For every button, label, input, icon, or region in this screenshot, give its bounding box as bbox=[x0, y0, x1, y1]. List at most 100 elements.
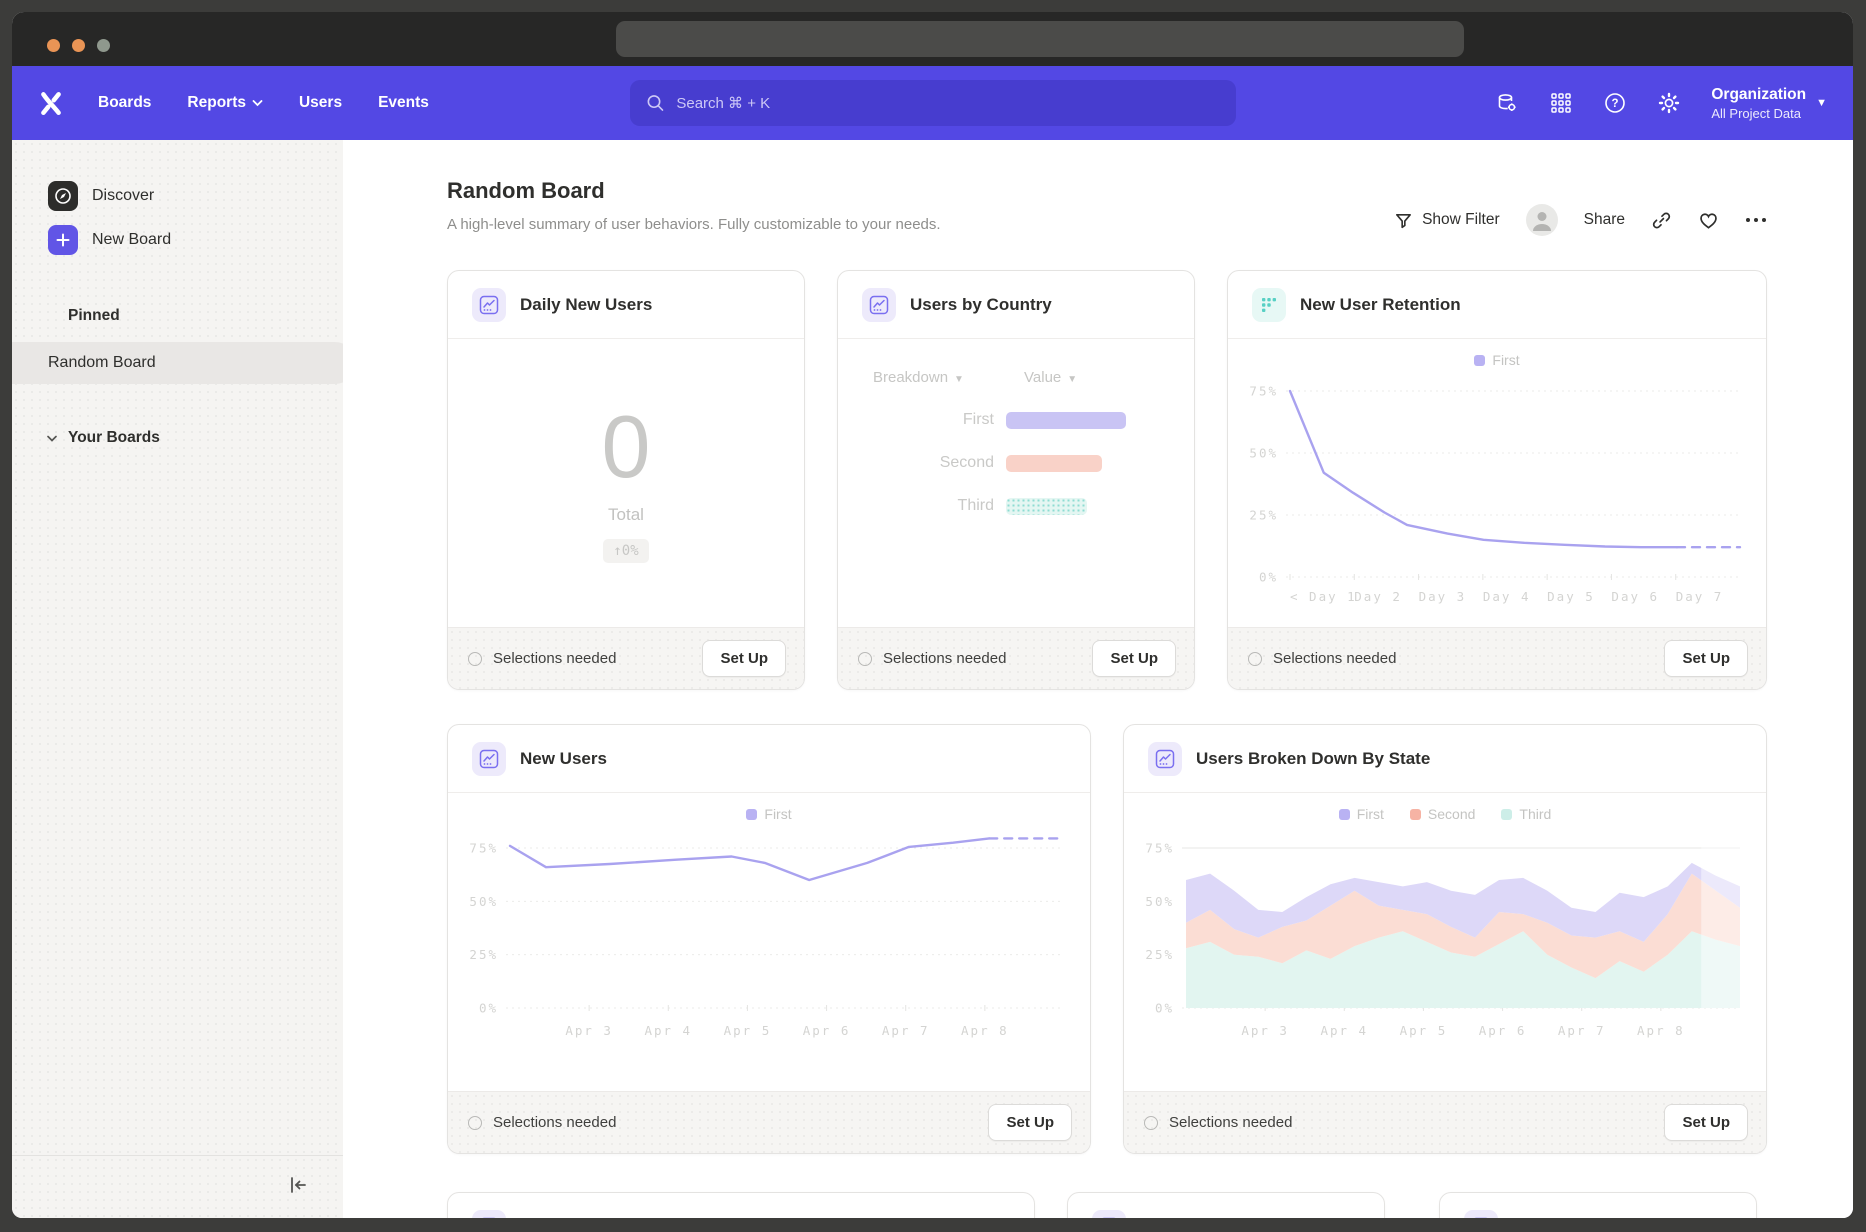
caret-down-icon: ▼ bbox=[1816, 97, 1827, 109]
browser-url-bar[interactable] bbox=[616, 21, 1464, 57]
page-subtitle: A high-level summary of user behaviors. … bbox=[447, 216, 941, 233]
nav-item-events[interactable]: Events bbox=[378, 94, 429, 112]
sidebar-item-new-board[interactable]: New Board bbox=[12, 218, 343, 262]
column-header-value[interactable]: Value▼ bbox=[1024, 369, 1077, 386]
table-row: Second bbox=[838, 454, 1194, 472]
card-title: New User Retention bbox=[1300, 295, 1461, 315]
chart-legend: First bbox=[1228, 352, 1766, 368]
search-input[interactable] bbox=[674, 94, 1219, 113]
svg-text:Day 7: Day 7 bbox=[1676, 589, 1724, 604]
set-up-button[interactable]: Set Up bbox=[1664, 1104, 1748, 1141]
card-stacked-line-graph: Stacked Line Graph bbox=[447, 1192, 1035, 1218]
line-chart-icon bbox=[472, 742, 506, 776]
svg-text:50%: 50% bbox=[1145, 894, 1174, 909]
legend-swatch bbox=[1339, 809, 1350, 820]
set-up-button[interactable]: Set Up bbox=[988, 1104, 1072, 1141]
retention-line-chart: 75%50%25%0%< Day 1Day 2Day 3Day 4Day 5Da… bbox=[1228, 339, 1766, 634]
main-content: Random Board A high-level summary of use… bbox=[343, 140, 1853, 1218]
data-management-icon[interactable] bbox=[1495, 91, 1519, 115]
more-options-button[interactable] bbox=[1745, 216, 1767, 224]
mixpanel-logo-icon[interactable] bbox=[38, 90, 64, 116]
set-up-button[interactable]: Set Up bbox=[702, 640, 786, 677]
legend-item: First bbox=[1339, 806, 1384, 822]
state-stacked-area-chart: 75%50%25%0%Apr 3Apr 4Apr 5Apr 6Apr 7Apr … bbox=[1124, 793, 1766, 1098]
card-users-by-state: Users Broken Down By State FirstSecondTh… bbox=[1123, 724, 1767, 1154]
top-navbar: Boards Reports Users Events bbox=[12, 66, 1853, 140]
set-up-button[interactable]: Set Up bbox=[1092, 640, 1176, 677]
help-icon[interactable]: ? bbox=[1603, 91, 1627, 115]
svg-text:75%: 75% bbox=[1249, 384, 1278, 399]
country-bar-0 bbox=[1006, 412, 1126, 429]
copy-link-button[interactable] bbox=[1651, 210, 1672, 231]
legend-swatch bbox=[1474, 355, 1485, 366]
heart-icon bbox=[1698, 210, 1719, 231]
legend-swatch bbox=[746, 809, 757, 820]
global-search[interactable] bbox=[630, 80, 1236, 126]
svg-text:Day 2: Day 2 bbox=[1354, 589, 1402, 604]
share-button[interactable]: Share bbox=[1584, 211, 1625, 229]
card-title: Daily New Users bbox=[520, 295, 652, 315]
card-new-user-retention: New User Retention First 75%50%25%0%< Da… bbox=[1227, 270, 1767, 690]
filter-funnel-icon bbox=[1394, 211, 1413, 230]
svg-text:Day 5: Day 5 bbox=[1547, 589, 1595, 604]
status-circle-icon bbox=[1144, 1116, 1158, 1130]
settings-gear-icon[interactable] bbox=[1657, 91, 1681, 115]
card-daily-new-users: Daily New Users 0 Total ↑0% Selections n… bbox=[447, 270, 805, 690]
favorite-heart-button[interactable] bbox=[1698, 210, 1719, 231]
apps-grid-icon[interactable] bbox=[1549, 91, 1573, 115]
svg-text:Apr 3: Apr 3 bbox=[565, 1023, 613, 1038]
table-row: Third bbox=[838, 497, 1194, 515]
svg-text:Apr 7: Apr 7 bbox=[1558, 1023, 1606, 1038]
nav-item-reports[interactable]: Reports bbox=[187, 94, 263, 112]
column-header-breakdown[interactable]: Breakdown▼ bbox=[838, 369, 1024, 386]
minimize-window-button[interactable] bbox=[72, 39, 85, 52]
retention-grid-icon bbox=[1252, 288, 1286, 322]
status-text: Selections needed bbox=[883, 650, 1006, 667]
sidebar-section-pinned[interactable]: Pinned bbox=[12, 304, 343, 328]
card-insights-report: Insights Report bbox=[1067, 1192, 1385, 1218]
sidebar-item-discover[interactable]: Discover bbox=[12, 174, 343, 218]
svg-text:50%: 50% bbox=[469, 894, 498, 909]
country-bar-2 bbox=[1006, 498, 1087, 515]
line-chart-icon bbox=[1464, 1210, 1498, 1219]
sidebar-section-your-boards[interactable]: Your Boards bbox=[12, 426, 343, 450]
card-users-by-country: Users by Country Breakdown▼ Value▼ First bbox=[837, 270, 1195, 690]
set-up-button[interactable]: Set Up bbox=[1664, 640, 1748, 677]
link-icon bbox=[1651, 210, 1672, 231]
svg-text:0%: 0% bbox=[1259, 570, 1278, 585]
svg-text:Apr 4: Apr 4 bbox=[644, 1023, 692, 1038]
svg-text:75%: 75% bbox=[469, 841, 498, 856]
legend-item: Third bbox=[1501, 806, 1551, 822]
svg-text:0%: 0% bbox=[479, 1001, 498, 1016]
svg-text:25%: 25% bbox=[1145, 947, 1174, 962]
sidebar-item-random-board[interactable]: Random Board bbox=[12, 342, 356, 384]
svg-text:Apr 3: Apr 3 bbox=[1241, 1023, 1289, 1038]
nav-item-boards[interactable]: Boards bbox=[98, 94, 151, 112]
org-switcher[interactable]: Organization All Project Data ▼ bbox=[1711, 85, 1827, 121]
close-window-button[interactable] bbox=[47, 39, 60, 52]
status-text: Selections needed bbox=[493, 1114, 616, 1131]
avatar[interactable] bbox=[1526, 204, 1558, 236]
svg-text:< Day 1: < Day 1 bbox=[1290, 589, 1357, 604]
svg-text:Day 4: Day 4 bbox=[1483, 589, 1531, 604]
zoom-window-button[interactable] bbox=[97, 39, 110, 52]
window-titlebar bbox=[12, 12, 1853, 66]
svg-text:0%: 0% bbox=[1155, 1001, 1174, 1016]
show-filter-button[interactable]: Show Filter bbox=[1394, 211, 1500, 230]
nav-item-users[interactable]: Users bbox=[299, 94, 342, 112]
new-users-line-chart: 75%50%25%0%Apr 3Apr 4Apr 5Apr 6Apr 7Apr … bbox=[448, 793, 1090, 1098]
svg-text:50%: 50% bbox=[1249, 446, 1278, 461]
card-title: Insights Report bbox=[1140, 1217, 1265, 1219]
card-new-users: New Users First 75%50%25%0%Apr 3Apr 4Apr… bbox=[447, 724, 1091, 1154]
caret-down-icon: ▼ bbox=[1067, 374, 1077, 385]
collapse-sidebar-button[interactable] bbox=[287, 1174, 309, 1201]
card-title: Active Users bbox=[1512, 1217, 1615, 1219]
chevron-down-icon bbox=[46, 434, 58, 443]
legend-item: Second bbox=[1410, 806, 1475, 822]
country-bar-1 bbox=[1006, 455, 1102, 472]
svg-text:Apr 6: Apr 6 bbox=[1479, 1023, 1527, 1038]
page-title: Random Board bbox=[447, 178, 941, 204]
svg-text:25%: 25% bbox=[469, 947, 498, 962]
card-active-users: Active Users bbox=[1439, 1192, 1757, 1218]
status-circle-icon bbox=[858, 652, 872, 666]
